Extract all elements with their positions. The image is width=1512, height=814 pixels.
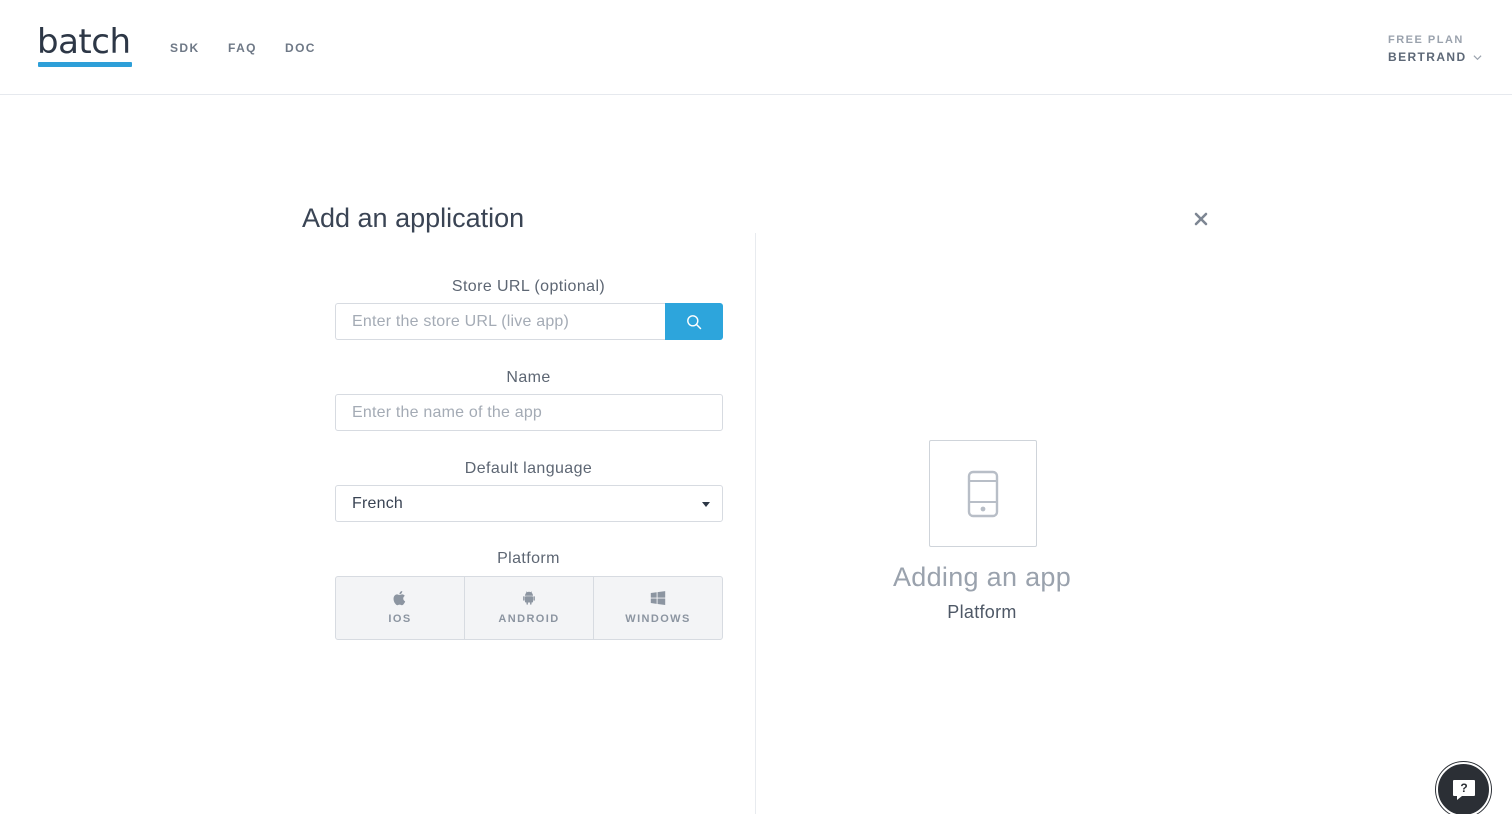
platform-android[interactable]: ANDROID	[465, 577, 594, 639]
platform-ios-label: IOS	[388, 613, 412, 625]
store-url-label: Store URL (optional)	[451, 278, 606, 295]
store-url-input[interactable]	[335, 303, 667, 340]
language-selected: French	[352, 495, 403, 512]
account-menu[interactable]: FREE PLAN BERTRAND	[1388, 33, 1482, 65]
help-chat-button[interactable]: ?	[1436, 762, 1491, 814]
preview-title: Adding an app	[892, 562, 1072, 592]
app-name-input[interactable]	[335, 394, 723, 431]
plan-label: FREE PLAN	[1388, 34, 1464, 46]
nav-doc[interactable]: DOC	[285, 41, 316, 55]
user-name-row: BERTRAND	[1388, 49, 1482, 65]
top-header: batch SDK FAQ DOC FREE PLAN BERTRAND	[0, 0, 1512, 95]
phone-icon	[967, 470, 999, 517]
platform-selector: IOS ANDROID WINDOWS	[335, 576, 723, 640]
language-label: Default language	[464, 460, 593, 477]
platform-ios[interactable]: IOS	[336, 577, 465, 639]
close-icon[interactable]	[1191, 209, 1211, 229]
preview-subtitle: Platform	[947, 602, 1017, 622]
modal-title: Add an application	[302, 203, 525, 233]
nav-faq[interactable]: FAQ	[228, 41, 257, 55]
user-name: BERTRAND	[1388, 50, 1467, 64]
platform-windows-label: WINDOWS	[625, 613, 691, 625]
platform-windows[interactable]: WINDOWS	[594, 577, 722, 639]
android-icon	[523, 591, 535, 605]
nav-sdk[interactable]: SDK	[170, 41, 200, 55]
search-button[interactable]	[665, 303, 723, 340]
apple-icon	[393, 590, 406, 606]
platform-android-label: ANDROID	[498, 613, 560, 625]
search-icon	[687, 314, 702, 329]
column-divider	[755, 233, 756, 814]
caret-down-icon	[702, 502, 710, 507]
app-preview-box	[929, 440, 1037, 547]
batch-logo[interactable]: batch	[37, 22, 131, 62]
logo-underline	[38, 62, 132, 67]
svg-text:?: ?	[1460, 781, 1467, 795]
name-label: Name	[506, 369, 551, 386]
language-select[interactable]: French	[335, 485, 723, 522]
chevron-down-icon	[1473, 54, 1482, 60]
help-chat-icon: ?	[1452, 779, 1475, 800]
windows-icon	[650, 591, 666, 606]
platform-label: Platform	[497, 550, 560, 567]
